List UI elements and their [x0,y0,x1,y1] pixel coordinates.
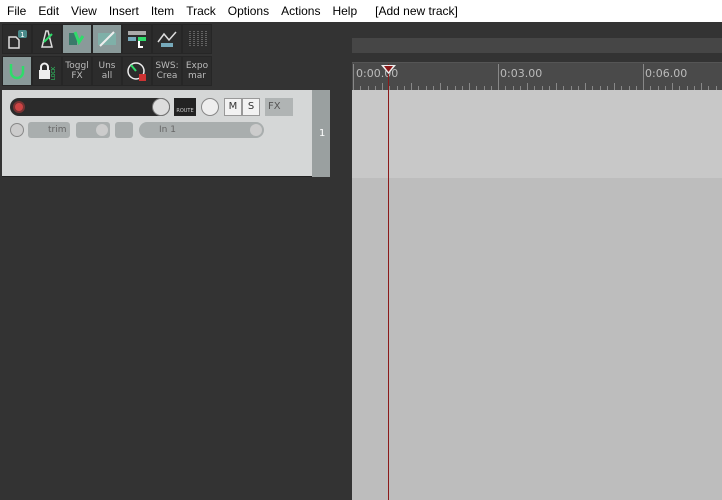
snap-icon [69,31,85,46]
track-number-strip[interactable]: 1 [312,90,330,177]
toggle-fx-label-2: FX [71,71,83,81]
ruler-tick [469,83,470,90]
phase-button[interactable] [10,123,24,137]
export-marker-button[interactable]: Expo mar [182,56,212,86]
ruler-tick [643,64,644,90]
fx-label: FX [268,101,281,112]
input-label: In 1 [159,125,176,135]
timeline-ruler[interactable]: 0:00.00 0:03.00 0:06.00 [352,62,722,90]
unsolo-label-1: Uns [98,61,116,71]
ripple-edit-toggle[interactable] [92,24,122,54]
io-button[interactable] [76,122,110,138]
snap-toggle[interactable] [62,24,92,54]
unsolo-label-2: all [101,71,113,81]
unsolo-all-button[interactable]: Uns all [92,56,122,86]
ruler-tick [556,83,557,90]
menu-add-new-track[interactable]: [Add new track] [369,4,464,18]
ripple-edit-icon [98,31,116,47]
new-project-button[interactable]: 1 [2,24,32,54]
menu-options[interactable]: Options [222,4,275,18]
route-button[interactable]: ROUTE [174,98,196,116]
menu-help[interactable]: Help [326,4,363,18]
mute-button[interactable]: M [224,98,242,116]
sws-label-1: SWS: [155,61,179,71]
metronome-icon [41,30,53,48]
arrange-view[interactable]: 0:00.00 0:03.00 0:06.00 [352,22,722,500]
grid-icon [128,31,146,48]
ruler-tick [672,83,673,90]
loop-toggle[interactable] [2,56,32,86]
toggle-fx-label-1: Toggl [65,61,89,71]
mixer-button[interactable] [182,24,212,54]
record-arm-button[interactable] [13,101,25,113]
playhead-marker-icon[interactable] [381,65,396,74]
export-label-2: mar [188,71,206,81]
ruler-tick [440,83,441,90]
region-bar[interactable] [352,38,722,53]
loop-icon [9,64,25,80]
export-label-1: Expo [185,61,209,71]
menu-file[interactable]: File [0,4,32,18]
menu-actions[interactable]: Actions [275,4,326,18]
ruler-tick [701,83,702,90]
menu-bar: File Edit View Insert Item Track Options… [0,0,722,22]
automation-label: trim [48,125,67,135]
record-timer-icon [127,62,146,81]
menu-insert[interactable]: Insert [103,4,145,18]
lock-button[interactable]: LOCK [32,56,62,86]
envelope-icon [157,31,177,47]
ruler-tick [498,64,499,90]
empty-arrange-area[interactable] [352,178,722,500]
ruler-tick [614,83,615,90]
ruler-tick [527,83,528,90]
track-number: 1 [319,128,326,139]
menu-view[interactable]: View [65,4,103,18]
record-timer-button[interactable] [122,56,152,86]
ruler-tick [382,83,383,90]
grid-button[interactable] [122,24,152,54]
svg-text:1: 1 [20,31,24,39]
mixer-icon [189,31,207,47]
lock-icon: LOCK [39,62,57,80]
solo-button[interactable]: S [242,98,260,116]
volume-knob[interactable] [152,98,170,116]
ruler-tick [353,64,354,90]
chevron-down-icon [96,124,108,136]
menu-item[interactable]: Item [145,4,180,18]
pan-knob[interactable] [201,98,219,116]
track-lane[interactable] [352,90,722,178]
svg-text:LOCK: LOCK [51,66,57,80]
monitor-button[interactable] [115,122,133,138]
fx-button[interactable]: FX [265,98,293,116]
automation-mode-button[interactable]: trim [28,122,70,138]
envelope-button[interactable] [152,24,182,54]
sws-create-button[interactable]: SWS: Crea [152,56,182,86]
input-select[interactable]: In 1 [139,122,264,138]
ruler-label: 0:03.00 [500,67,543,80]
toggle-fx-button[interactable]: Toggl FX [62,56,92,86]
menu-edit[interactable]: Edit [32,4,65,18]
sws-label-2: Crea [156,71,178,81]
chevron-down-icon [250,124,262,136]
volume-fader[interactable] [10,98,170,116]
new-project-icon: 1 [8,30,27,49]
playhead[interactable] [388,64,389,500]
ruler-tick [411,83,412,90]
ruler-label: 0:06.00 [645,67,688,80]
track-panel[interactable]: ROUTE M S FX trim In 1 1 [2,90,330,177]
metronome-button[interactable] [32,24,62,54]
menu-track[interactable]: Track [180,4,222,18]
ruler-tick [585,83,586,90]
